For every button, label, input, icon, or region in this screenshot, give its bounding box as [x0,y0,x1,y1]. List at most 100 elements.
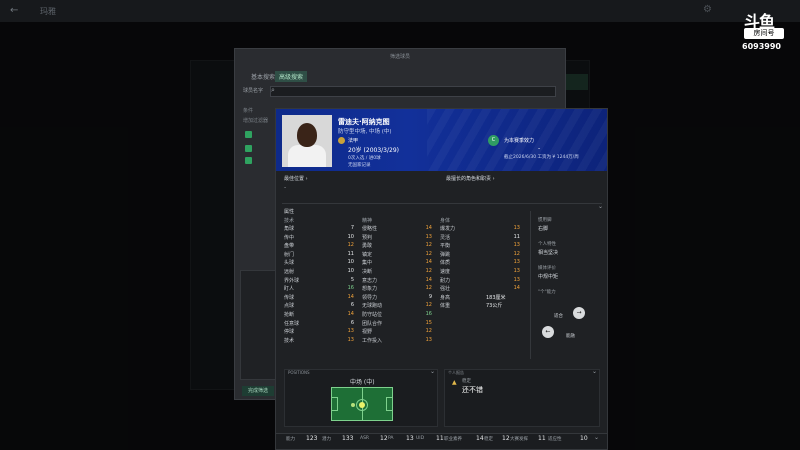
attribute-name: 工作投入 [362,337,383,344]
attribute-name: 无球跑动 [362,303,383,310]
attribute-name: 镇定 [362,251,373,258]
attribute-value: 13 [513,259,520,266]
bottom-stat-label: PA [388,436,394,441]
screen: ← 玛雅 ⚙ 筛选球员 基本搜索 高级搜索 球员名字 条件 增加过滤器 ⌕ 完成… [0,0,800,450]
attribute-value: 12 [425,242,432,249]
player-photo-head [297,123,317,147]
player-name-input[interactable] [270,86,556,97]
bottom-stat-value: 13 [406,435,414,442]
media-label: 媒体评价 [538,266,556,271]
divider-top [282,203,602,204]
bottom-stat-label: 大赛发挥 [510,437,528,442]
attribute-value: 13 [513,268,520,274]
contract-dash: - [538,145,541,152]
player-card: 雷迪夫·阿纳克图 防守型中场, 中场 (中) 法甲 20岁 (2003/3/29… [275,108,608,450]
attribute-name: 远射 [284,269,295,275]
attribute-value: 11 [513,233,520,240]
physical-extra-name: 体重 [440,303,451,310]
bottom-stat-value: 14 [476,435,484,442]
bottom-stat-label: ASR [360,436,370,441]
attribute-name: 盯人 [284,286,295,293]
attribute-value: 12 [347,242,354,249]
report-sub: 稳定 [462,379,471,384]
physical-extra-value: 183厘米 [486,294,506,301]
attribute-name: 想象力 [362,286,378,293]
add-filter-label[interactable]: 增加过滤器 [243,117,268,124]
attribute-name: 意志力 [362,277,378,284]
arrow-right-button[interactable]: → [573,307,585,319]
attribute-value: 12 [425,268,432,274]
player-intl: 无国家记录 [348,163,371,168]
club-badge-icon [338,137,345,144]
divider-vertical [530,211,531,359]
attribute-value: 14 [425,225,432,231]
attribute-name: 视野 [362,329,373,336]
bottom-stat-value: 11 [436,435,444,442]
attribute-name: 灵活 [440,234,451,241]
attribute-value: 10 [347,259,354,266]
bottom-stat-value: 133 [342,435,354,442]
attribute-name: 盘带 [284,243,295,250]
attribute-name: 爆发力 [440,226,456,232]
media-value: 中规中矩 [538,274,559,280]
attribute-name: 技术 [284,337,295,344]
arrow-left-button[interactable]: ← [542,326,554,338]
attribute-value: 13 [513,242,520,249]
best-position-label[interactable]: 最佳位置 › [284,175,308,182]
header-physical: 身体 [440,218,451,224]
foot-value: 右脚 [538,226,549,232]
finish-filter-button[interactable]: 完成筛选 [242,386,274,396]
attribute-value: 13 [513,225,520,231]
room-label: 房间号 [744,28,784,39]
attribute-name: 平衡 [440,243,451,250]
attribute-name: 侵略性 [362,226,378,232]
checkbox-1[interactable] [245,131,252,138]
player-name[interactable]: 雷迪夫·阿纳克图 [338,117,390,127]
chevron-down-icon[interactable]: ⌄ [598,203,603,210]
attribute-name: 传中 [284,234,295,241]
best-position-value: - [284,184,287,191]
attribute-name: 速度 [440,269,451,275]
player-photo-shirt [288,145,326,167]
header-mental: 精神 [362,218,373,224]
attribute-value: 11 [347,250,354,257]
positions-label: POSITIONS [288,370,310,375]
report-main: 还不错 [462,386,483,394]
best-role-label[interactable]: 最擅长的角色和职责 › [446,175,495,182]
checkbox-2[interactable] [245,145,252,152]
attribute-value: 13 [347,328,354,335]
bottom-stat-label: 潜力 [322,437,331,442]
attribute-value: 14 [425,276,432,283]
attribute-value: 16 [425,311,432,317]
room-number: 6093990 [742,42,781,51]
checkbox-3[interactable] [245,157,252,164]
role-fit-text: 能融 [566,334,575,339]
pitch-diagram [331,387,393,421]
attribute-name: 集中 [362,260,373,267]
player-caps: 0次入选 / 进0球 [348,156,381,161]
filter-subpanel [240,270,276,380]
primary-position-marker [359,402,365,408]
bottom-stat-label: 能力 [286,437,295,442]
player-club[interactable]: 法甲 [348,137,358,144]
bottom-chevron-icon[interactable]: ⌄ [594,434,599,441]
attribute-value: 14 [513,285,520,292]
attribute-name: 勇敢 [362,243,373,250]
attribute-value: 9 [428,293,432,300]
attribute-name: 防守站位 [362,312,383,318]
attribute-value: 14 [425,259,432,266]
back-arrow-icon[interactable]: ← [10,5,18,16]
app-title: 玛雅 [40,7,56,16]
attribute-name: 决断 [362,269,373,275]
bottom-stat-label: 职业素养 [444,437,462,442]
gear-icon[interactable]: ⚙ [703,4,712,15]
search-dialog-title: 筛选球员 [389,54,410,60]
attribute-name: 头球 [284,260,295,267]
attribute-value: 15 [425,319,432,326]
positions-chevron-icon[interactable]: ⌄ [430,368,435,375]
tab-advanced-search[interactable]: 高级搜索 [275,71,308,82]
contract-club: 为本赛季效力 [504,138,535,144]
attribute-value: 16 [347,285,354,292]
report-chevron-icon[interactable]: ⌄ [592,368,597,375]
bottom-stat-label: 适应性 [548,437,562,442]
